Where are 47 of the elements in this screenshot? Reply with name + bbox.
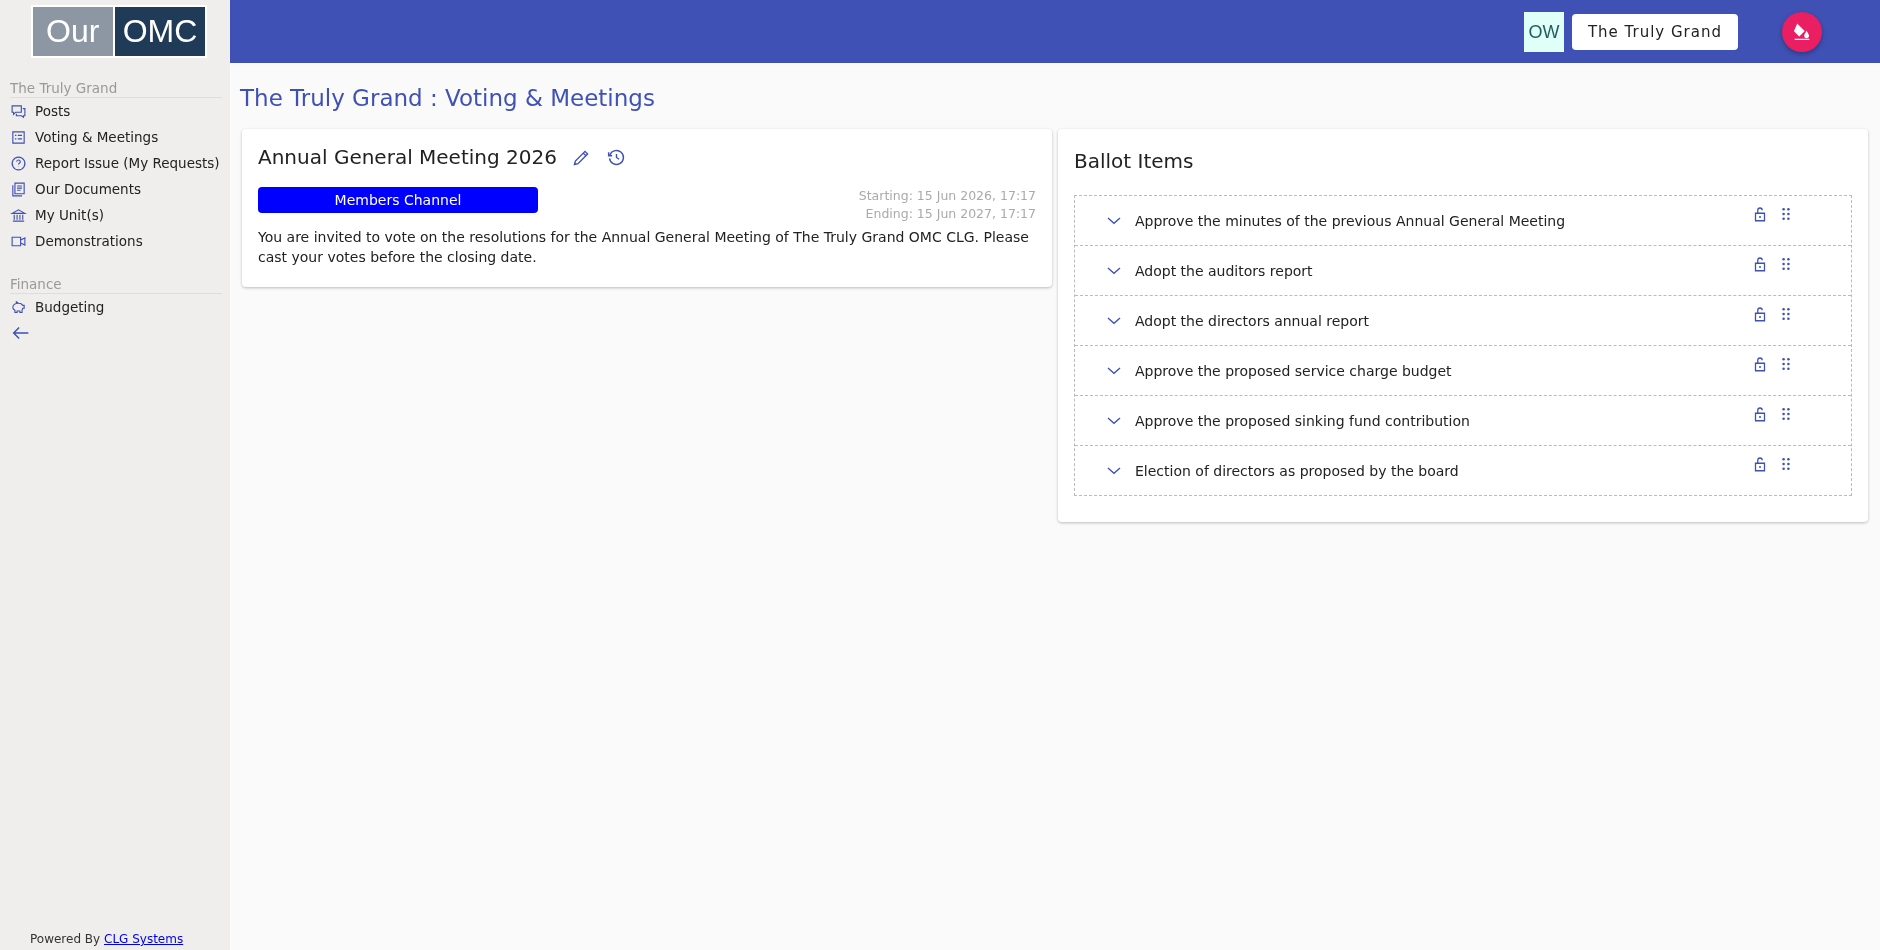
meeting-description: You are invited to vote on the resolutions for the Annual General Meeting of The Truly Grand OMC CLG. Please cast your votes before the closing date. [258,228,1030,267]
organisation-button[interactable]: The Truly Grand [1571,13,1738,50]
drag-handle-icon[interactable] [1781,406,1791,422]
menu-item-icon [10,128,27,146]
ballot-item[interactable]: Adopt the auditors report [1075,246,1851,296]
logo-text: Our [32,7,113,56]
sidebar-item[interactable]: Voting & Meetings [10,124,222,150]
logo-text: OMC [114,7,206,56]
menu-item-icon [10,180,27,198]
ballot-item[interactable]: Approve the proposed sinking fund contribution [1075,396,1851,446]
section-heading: Finance [10,276,222,294]
sidebar-item[interactable]: Demonstrations [10,228,222,254]
ballot-item-label: Approve the proposed sinking fund contribution [1135,412,1471,429]
menu-item-icon [10,298,27,316]
section-heading: The Truly Grand [10,80,222,98]
footer-link[interactable]: CLG Systems [104,932,184,946]
page-title: The Truly Grand : Voting & Meetings [240,85,656,111]
drag-handle-icon[interactable] [1781,456,1791,472]
sidebar-item[interactable]: Posts [10,98,222,124]
drag-handle-icon[interactable] [1781,356,1791,372]
drag-handle-icon[interactable] [1781,306,1791,322]
sidebar-item[interactable]: My Unit(s) [10,202,222,228]
ballot-item[interactable]: Election of directors as proposed by the board [1075,446,1851,495]
footer-text: Powered By [30,932,101,946]
ballot-item[interactable]: Adopt the directors annual report [1075,296,1851,346]
sidebar-item[interactable]: Our Documents [10,176,222,202]
end-date: Ending: 15 Jun 2027, 17:17 [865,205,1036,223]
ballot-item[interactable]: Approve the proposed service charge budget [1075,346,1851,396]
ballot-item-label: Adopt the directors annual report [1135,312,1370,329]
ballot-item[interactable]: Approve the minutes of the previous Annual General Meeting [1075,196,1851,246]
theme-button[interactable] [1782,11,1822,52]
ballot-item-label: Approve the proposed service charge budget [1135,362,1453,379]
drag-handle-icon[interactable] [1781,206,1791,222]
ballot-item-label: Approve the minutes of the previous Annual General Meeting [1135,212,1567,229]
ballot-item-label: Adopt the auditors report [1135,262,1314,279]
channel-badge: Members Channel [258,187,538,213]
menu-item-icon [10,206,27,224]
menu-item-icon [10,154,27,172]
ballot-item-label: Election of directors as proposed by the board [1135,462,1460,479]
sidebar-item[interactable]: Budgeting [10,294,222,320]
meeting-title: Annual General Meeting 2026 [258,145,557,169]
user-initials[interactable]: OW [1523,11,1564,52]
drag-handle-icon[interactable] [1781,256,1791,272]
sidebar-item[interactable]: Report Issue (My Requests) [10,150,222,176]
start-date: Starting: 15 Jun 2026, 17:17 [858,187,1036,205]
ballot-title: Ballot Items [1074,149,1195,173]
menu-item-icon [10,102,27,120]
